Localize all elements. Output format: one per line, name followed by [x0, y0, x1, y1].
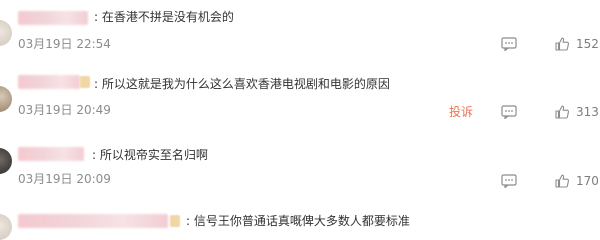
comment-time: 03月19日 22:54	[18, 37, 111, 51]
like-count: 313	[576, 105, 599, 119]
avatar[interactable]	[0, 214, 12, 240]
commenter-name-redacted[interactable]	[18, 214, 168, 228]
avatar[interactable]	[0, 148, 12, 174]
thumbs-up-icon	[554, 36, 570, 52]
comment-item: : 所以这就是我为什么这么喜欢香港电视剧和电影的原因 03月19日 20:49 …	[0, 62, 600, 120]
reply-icon[interactable]	[501, 105, 517, 119]
thumbs-up-icon	[554, 104, 570, 120]
like-count: 170	[576, 174, 599, 188]
comment-time: 03月19日 20:09	[18, 172, 111, 186]
avatar[interactable]	[0, 86, 12, 112]
commenter-name-redacted[interactable]	[18, 75, 80, 89]
thumbs-up-icon	[554, 173, 570, 189]
comment-text: : 信号王你普通话真嘅俾大多数人都要标准	[186, 214, 410, 228]
comment-item: : 在香港不拼是没有机会的 03月19日 22:54 152	[0, 0, 600, 60]
reply-icon[interactable]	[501, 37, 517, 51]
avatar[interactable]	[0, 20, 12, 46]
name-badge-redacted	[80, 76, 90, 88]
comment-text: : 所以视帝实至名归啊	[92, 148, 208, 162]
comment-item: : 所以视帝实至名归啊 03月19日 20:09 170	[0, 128, 600, 188]
like-button[interactable]: 313	[554, 104, 599, 120]
commenter-name-redacted[interactable]	[18, 147, 84, 161]
commenter-name-redacted[interactable]	[18, 11, 88, 25]
like-button[interactable]: 170	[554, 173, 599, 189]
comment-text: : 在香港不拼是没有机会的	[94, 10, 234, 24]
name-badge-redacted	[170, 215, 180, 227]
comment-text: : 所以这就是我为什么这么喜欢香港电视剧和电影的原因	[94, 77, 390, 91]
like-count: 152	[576, 37, 599, 51]
report-link[interactable]: 投诉	[449, 104, 473, 120]
reply-icon[interactable]	[501, 174, 517, 188]
like-button[interactable]: 152	[554, 36, 599, 52]
comment-item: : 信号王你普通话真嘅俾大多数人都要标准	[0, 200, 600, 240]
comment-time: 03月19日 20:49	[18, 103, 111, 117]
